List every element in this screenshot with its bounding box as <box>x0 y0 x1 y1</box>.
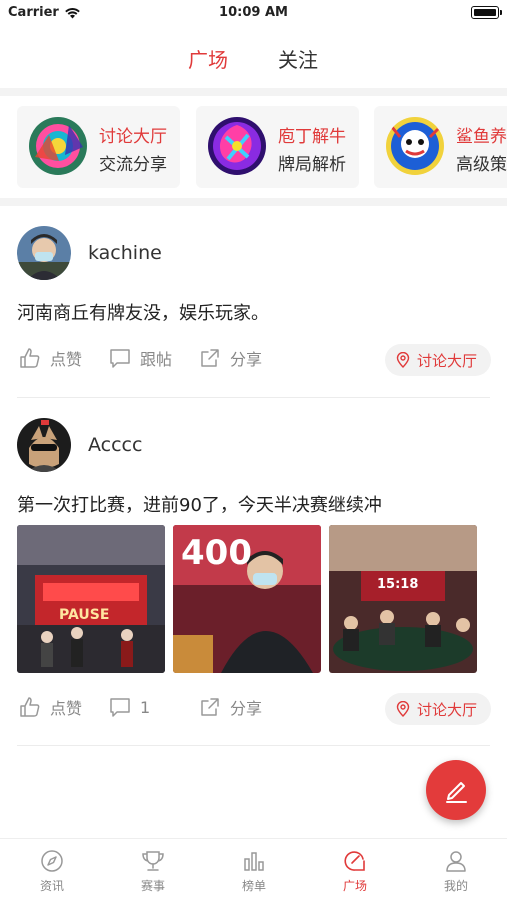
image-overlay-text: PAUSE <box>59 607 110 623</box>
location-tag-label: 讨论大厅 <box>416 700 477 719</box>
category-title: 讨论大厅 <box>99 127 167 147</box>
square-chat-icon <box>344 851 365 871</box>
category-image <box>208 117 266 175</box>
user-icon <box>446 851 466 872</box>
post-item[interactable]: Acccc 第一次打比赛，进前90了，今天半决赛继续冲 PAUSE 400 15… <box>0 398 507 748</box>
thumbs-up-icon <box>20 348 40 368</box>
post-actions: 点赞 跟帖 分享 讨论大厅 <box>0 344 507 378</box>
share-icon <box>201 698 219 716</box>
category-card-shark[interactable]: 鲨鱼养 高级策 <box>374 106 507 188</box>
category-card-analysis[interactable]: 庖丁解牛 牌局解析 <box>196 106 359 188</box>
avatar[interactable] <box>17 418 71 472</box>
post-text: 河南商丘有牌友没，娱乐玩家。 <box>17 303 269 324</box>
tab-square[interactable]: 广场 <box>188 44 228 73</box>
comment-icon <box>110 349 130 368</box>
compass-icon <box>41 850 63 872</box>
location-pin-icon <box>396 701 410 717</box>
location-tag[interactable]: 讨论大厅 <box>384 693 491 725</box>
category-card-discussion[interactable]: 讨论大厅 交流分享 <box>17 106 180 188</box>
tab-follow[interactable]: 关注 <box>278 44 318 73</box>
share-button[interactable]: 分享 <box>198 695 262 719</box>
nav-item-profile[interactable]: 我的 <box>421 849 491 894</box>
category-title: 庖丁解牛 <box>278 127 346 147</box>
like-button[interactable]: 点赞 <box>18 695 82 719</box>
nav-item-events[interactable]: 赛事 <box>118 849 188 894</box>
nav-label: 赛事 <box>140 879 165 893</box>
status-bar: Carrier 10:09 AM <box>0 0 507 26</box>
post-actions: 点赞 1 分享 讨论大厅 <box>0 693 507 727</box>
comment-button[interactable]: 跟帖 <box>108 346 172 370</box>
username[interactable]: Acccc <box>88 434 142 456</box>
bar-chart-icon <box>244 852 264 871</box>
trophy-icon <box>142 851 164 871</box>
share-icon <box>201 349 219 367</box>
category-subtitle: 交流分享 <box>99 155 167 175</box>
comment-label: 跟帖 <box>140 350 173 369</box>
battery-icon <box>471 6 502 19</box>
thumbs-up-icon <box>20 697 40 717</box>
share-label: 分享 <box>230 350 263 369</box>
location-tag-label: 讨论大厅 <box>416 351 477 370</box>
status-time: 10:09 AM <box>219 5 288 20</box>
share-label: 分享 <box>230 699 263 718</box>
category-image <box>386 117 444 175</box>
nav-item-news[interactable]: 资讯 <box>17 849 87 894</box>
section-divider <box>0 88 507 96</box>
comment-button[interactable]: 1 <box>108 695 150 719</box>
category-image <box>29 117 87 175</box>
nav-item-rankings[interactable]: 榜单 <box>219 849 289 894</box>
comment-icon <box>110 698 130 717</box>
category-subtitle: 高级策 <box>456 155 507 175</box>
section-divider <box>0 198 507 206</box>
nav-label: 广场 <box>342 879 367 893</box>
post-image[interactable]: PAUSE <box>17 525 165 673</box>
category-title: 鲨鱼养 <box>456 127 507 147</box>
bottom-nav: 资讯 赛事 榜单 广场 我的 <box>0 838 507 900</box>
image-gallery: PAUSE 400 15:18 <box>17 525 477 673</box>
like-button[interactable]: 点赞 <box>18 346 82 370</box>
post-item[interactable]: kachine 河南商丘有牌友没，娱乐玩家。 点赞 跟帖 分享 讨论大厅 <box>0 206 507 398</box>
compose-button[interactable] <box>426 760 486 820</box>
nav-item-square[interactable]: 广场 <box>320 849 390 894</box>
username[interactable]: kachine <box>88 242 162 264</box>
post-image[interactable]: 15:18 <box>329 525 477 673</box>
image-overlay-text: 15:18 <box>377 577 419 592</box>
post-text: 第一次打比赛，进前90了，今天半决赛继续冲 <box>17 495 382 516</box>
nav-label: 资讯 <box>39 879 64 893</box>
image-overlay-text: 400 <box>181 533 252 573</box>
like-label: 点赞 <box>50 699 83 718</box>
post-image[interactable]: 400 <box>173 525 321 673</box>
category-subtitle: 牌局解析 <box>278 155 346 175</box>
location-pin-icon <box>396 352 410 368</box>
location-tag[interactable]: 讨论大厅 <box>384 344 491 376</box>
category-carousel[interactable]: 讨论大厅 交流分享 庖丁解牛 牌局解析 鲨鱼养 高级策 <box>0 100 507 196</box>
nav-label: 我的 <box>443 879 468 893</box>
like-label: 点赞 <box>50 350 83 369</box>
nav-label: 榜单 <box>241 879 266 893</box>
pencil-icon <box>446 782 467 803</box>
share-button[interactable]: 分享 <box>198 346 262 370</box>
top-tabs: 广场 关注 <box>0 40 507 80</box>
post-divider <box>17 745 490 746</box>
avatar[interactable] <box>17 226 71 280</box>
comment-count: 1 <box>140 697 151 717</box>
